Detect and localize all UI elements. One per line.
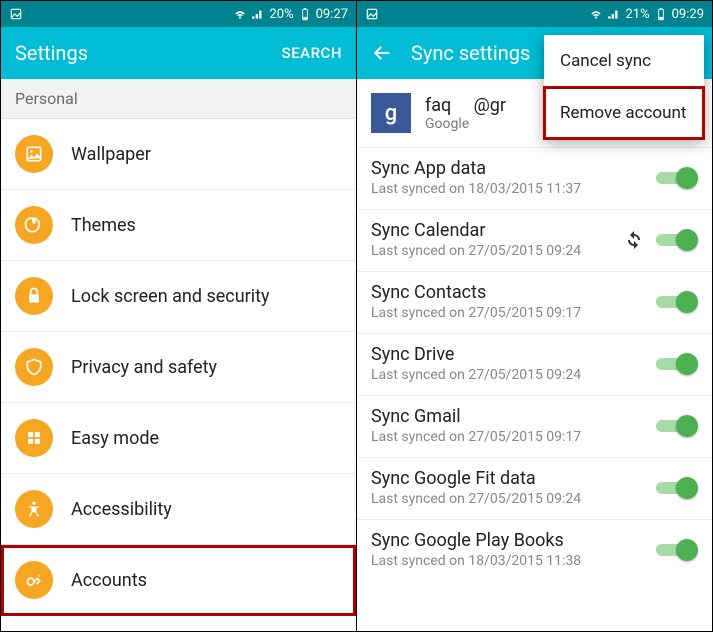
battery-icon (298, 7, 312, 21)
back-button[interactable] (371, 42, 393, 64)
sync-sub: Last synced on 18/03/2015 11:37 (371, 181, 656, 197)
sync-sub: Last synced on 27/05/2015 09:17 (371, 305, 656, 321)
clock-time: 09:29 (672, 7, 704, 22)
row-label: Privacy and safety (71, 357, 217, 378)
sync-sub: Last synced on 18/03/2015 11:38 (371, 553, 656, 569)
account-name: faq @gr (425, 95, 506, 116)
row-wallpaper[interactable]: Wallpaper (1, 119, 356, 190)
clock-time: 09:27 (316, 7, 348, 22)
sync-title: Sync Gmail (371, 406, 656, 427)
wallpaper-icon (15, 135, 53, 173)
accounts-icon (15, 561, 53, 599)
sync-google-play-books[interactable]: Sync Google Play Books Last synced on 18… (357, 519, 712, 581)
row-label: Accounts (71, 570, 147, 591)
toggle-switch[interactable] (656, 353, 698, 375)
toggle-switch[interactable] (656, 477, 698, 499)
battery-icon (654, 7, 668, 21)
sync-settings-screen: 21% 09:29 Sync settings Cancel sync Remo… (357, 1, 712, 631)
battery-level: 21% (625, 7, 649, 22)
row-label: Accessibility (71, 499, 172, 520)
sync-drive[interactable]: Sync Drive Last synced on 27/05/2015 09:… (357, 333, 712, 395)
settings-screen: 20% 09:27 Settings SEARCH Personal Wallp… (1, 1, 357, 631)
toggle-switch[interactable] (656, 539, 698, 561)
row-backup-reset[interactable]: Backup and reset (1, 616, 356, 631)
status-bar: 20% 09:27 (1, 1, 356, 27)
signal-icon (251, 7, 265, 21)
sync-title: Sync Calendar (371, 220, 622, 241)
signal-icon (607, 7, 621, 21)
row-label: Themes (71, 215, 136, 236)
easy-mode-icon (15, 419, 53, 457)
sync-title: Sync App data (371, 158, 656, 179)
settings-list: Personal Wallpaper Themes Lock screen an… (1, 79, 356, 631)
row-label: Lock screen and security (71, 286, 270, 307)
sync-gmail[interactable]: Sync Gmail Last synced on 27/05/2015 09:… (357, 395, 712, 457)
toggle-switch[interactable] (656, 415, 698, 437)
row-label: Wallpaper (71, 144, 151, 165)
wifi-icon (589, 7, 603, 21)
row-privacy[interactable]: Privacy and safety (1, 332, 356, 403)
row-themes[interactable]: Themes (1, 190, 356, 261)
app-bar: Settings SEARCH (1, 27, 356, 79)
lock-icon (15, 277, 53, 315)
screenshot-icon (9, 7, 23, 21)
battery-level: 20% (269, 7, 293, 22)
sync-google-fit[interactable]: Sync Google Fit data Last synced on 27/0… (357, 457, 712, 519)
account-provider: Google (425, 116, 506, 132)
themes-icon (15, 206, 53, 244)
menu-cancel-sync[interactable]: Cancel sync (544, 35, 704, 87)
toggle-switch[interactable] (656, 291, 698, 313)
sync-list: Sync App data Last synced on 18/03/2015 … (357, 147, 712, 631)
sync-title: Sync Drive (371, 344, 656, 365)
status-bar: 21% 09:29 (357, 1, 712, 27)
syncing-icon (622, 228, 646, 252)
privacy-icon (15, 348, 53, 386)
toggle-switch[interactable] (656, 167, 698, 189)
menu-remove-account[interactable]: Remove account (544, 87, 704, 139)
accessibility-icon (15, 490, 53, 528)
sync-sub: Last synced on 27/05/2015 09:17 (371, 429, 656, 445)
section-personal: Personal (1, 79, 356, 119)
row-lock-security[interactable]: Lock screen and security (1, 261, 356, 332)
row-label: Easy mode (71, 428, 159, 449)
google-avatar: g (371, 93, 411, 133)
sync-sub: Last synced on 27/05/2015 09:24 (371, 367, 656, 383)
page-title: Settings (15, 41, 282, 65)
row-easy-mode[interactable]: Easy mode (1, 403, 356, 474)
sync-sub: Last synced on 27/05/2015 09:24 (371, 243, 622, 259)
sync-title: Sync Google Fit data (371, 468, 656, 489)
row-accessibility[interactable]: Accessibility (1, 474, 356, 545)
sync-calendar[interactable]: Sync Calendar Last synced on 27/05/2015 … (357, 209, 712, 271)
sync-app-data[interactable]: Sync App data Last synced on 18/03/2015 … (357, 147, 712, 209)
overflow-menu: Cancel sync Remove account (544, 35, 704, 139)
wifi-icon (233, 7, 247, 21)
sync-contacts[interactable]: Sync Contacts Last synced on 27/05/2015 … (357, 271, 712, 333)
toggle-switch[interactable] (656, 229, 698, 251)
sync-title: Sync Google Play Books (371, 530, 656, 551)
row-accounts[interactable]: Accounts (1, 545, 356, 616)
sync-sub: Last synced on 27/05/2015 09:24 (371, 491, 656, 507)
screenshot-icon (365, 7, 379, 21)
search-button[interactable]: SEARCH (282, 44, 342, 62)
sync-title: Sync Contacts (371, 282, 656, 303)
